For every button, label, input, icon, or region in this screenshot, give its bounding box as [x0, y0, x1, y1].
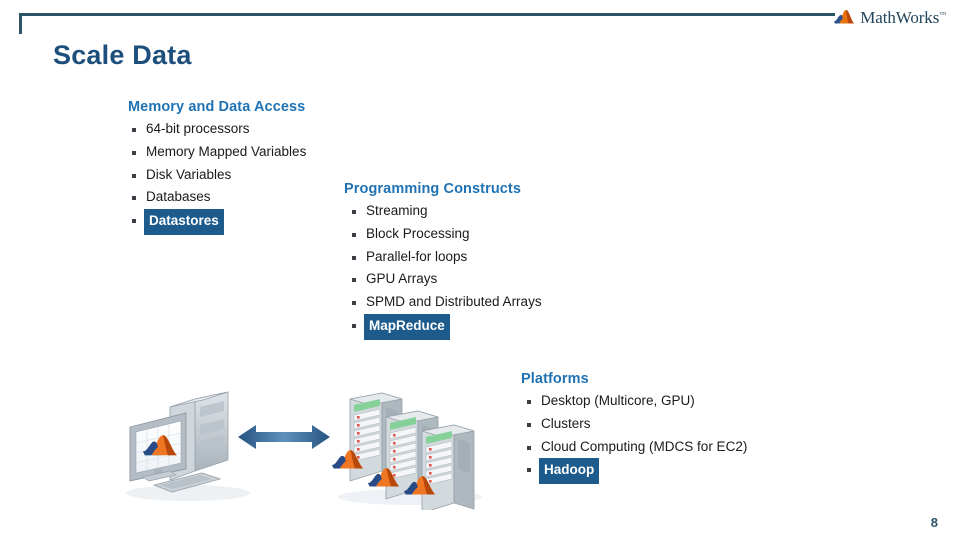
bullet-list: Streaming Block Processing Parallel-for … — [344, 200, 542, 340]
bullet-list: 64-bit processors Memory Mapped Variable… — [128, 118, 306, 235]
list-item-label: Block Processing — [366, 225, 470, 241]
mathworks-membrane-icon — [834, 10, 855, 24]
list-item-label: Cloud Computing (MDCS for EC2) — [541, 438, 748, 454]
list-item-label: Datastores — [144, 209, 224, 235]
slide-left-border-stub — [19, 13, 22, 34]
architecture-illustration — [110, 385, 500, 510]
list-item-label: Desktop (Multicore, GPU) — [541, 393, 695, 408]
slide-top-border — [19, 13, 835, 16]
list-item-label: 64-bit processors — [146, 121, 250, 136]
trademark-mark: ™ — [939, 9, 946, 18]
list-item: 64-bit processors — [128, 118, 306, 141]
list-item: Streaming — [344, 200, 542, 223]
list-item-label: Streaming — [366, 203, 428, 218]
group-memory-and-data-access: Memory and Data Access 64-bit processors… — [128, 99, 306, 235]
list-item-label: MapReduce — [364, 313, 450, 340]
double-headed-arrow-icon — [238, 425, 330, 449]
desktop-computer-icon — [126, 391, 250, 501]
list-item-highlighted: MapReduce — [344, 313, 542, 340]
list-item-highlighted: Hadoop — [519, 458, 747, 485]
list-item: Block Processing — [344, 223, 542, 246]
list-item-label: GPU Arrays — [366, 271, 438, 287]
page-number: 8 — [930, 515, 938, 530]
list-item-label: Parallel-for loops — [366, 248, 468, 264]
list-item: Desktop (Multicore, GPU) — [519, 390, 747, 413]
bullet-list: Desktop (Multicore, GPU) Clusters Cloud … — [519, 390, 747, 485]
list-item-label: Memory Mapped Variables — [146, 143, 307, 159]
group-programming-constructs: Programming Constructs Streaming Block P… — [344, 181, 542, 340]
list-item-label: SPMD and Distributed Arrays — [366, 294, 542, 310]
list-item-label: Clusters — [541, 415, 591, 431]
list-item: Clusters — [519, 413, 747, 436]
list-item: SPMD and Distributed Arrays — [344, 291, 542, 314]
list-item-highlighted: Datastores — [128, 209, 306, 235]
mathworks-logo: MathWorks™ — [833, 7, 946, 27]
list-item-label: Hadoop — [539, 458, 600, 485]
group-heading: Platforms — [521, 371, 589, 387]
slide-canvas: MathWorks™ Scale Data Memory and Data Ac… — [0, 0, 960, 540]
server-racks-icon — [332, 392, 482, 510]
mathworks-wordmark: MathWorks™ — [860, 7, 946, 27]
list-item: Memory Mapped Variables — [128, 141, 306, 164]
list-item: Cloud Computing (MDCS for EC2) — [519, 436, 747, 459]
group-heading: Memory and Data Access — [128, 99, 306, 115]
group-heading: Programming Constructs — [344, 181, 522, 197]
group-platforms: Platforms Desktop (Multicore, GPU) Clust… — [519, 371, 747, 485]
list-item-label: Databases — [146, 189, 211, 205]
list-item: Databases — [128, 186, 306, 209]
page-title: Scale Data — [53, 40, 192, 70]
list-item: Parallel-for loops — [344, 246, 542, 269]
list-item: GPU Arrays — [344, 268, 542, 291]
list-item-label: Disk Variables — [146, 166, 232, 182]
list-item: Disk Variables — [128, 164, 306, 187]
